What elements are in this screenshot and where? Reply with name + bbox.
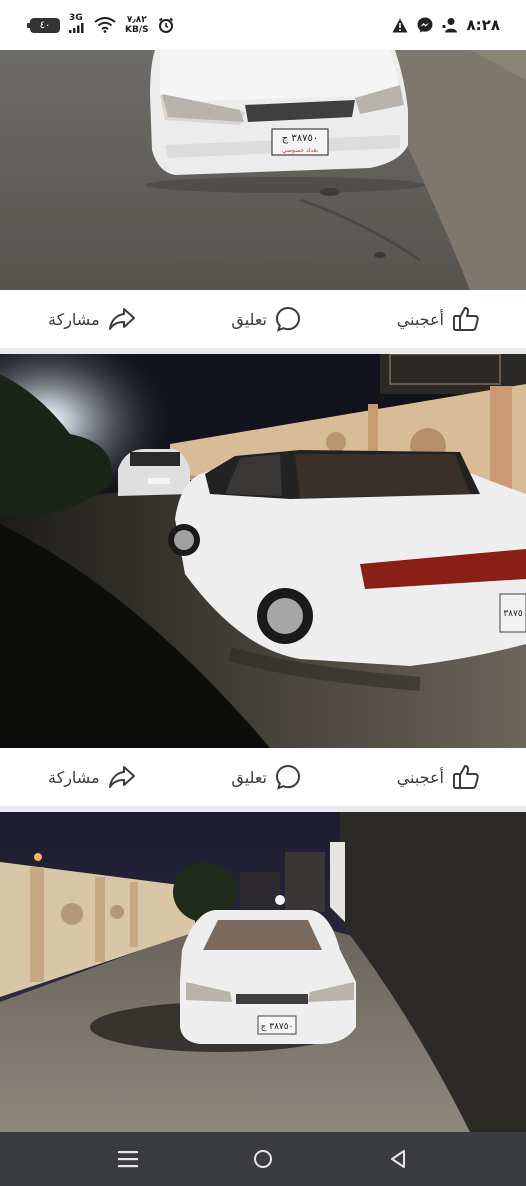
post-photo-2[interactable]: ٣٨٧٥ <box>0 354 526 748</box>
status-left-group: ٤٠ 3G ٧٫٨٢ KB/S <box>27 14 174 36</box>
home-button[interactable] <box>243 1139 283 1179</box>
post-photo-1[interactable]: ٣٨٧٥٠ ج بغداد خصوصي <box>0 50 526 290</box>
recents-button[interactable] <box>108 1139 148 1179</box>
like-label: أعجبني <box>396 309 444 329</box>
share-button[interactable]: مشاركة <box>48 765 136 789</box>
net-speed-unit: KB/S <box>125 25 149 35</box>
person-notification-icon <box>442 18 457 33</box>
photo-2-image: ٣٨٧٥ <box>0 354 526 748</box>
menu-icon <box>117 1151 138 1168</box>
comment-icon <box>275 764 300 790</box>
photo-2-plate-number: ٣٨٧٥ <box>503 609 523 619</box>
like-icon <box>453 307 479 331</box>
like-button[interactable]: أعجبني <box>397 306 480 332</box>
messenger-icon <box>417 17 433 33</box>
photo-1-image: ٣٨٧٥٠ ج بغداد خصوصي <box>0 50 526 290</box>
like-label: أعجبني <box>396 767 444 787</box>
post-action-bar-2: مشاركة تعليق أعجبني <box>0 748 526 806</box>
home-icon <box>253 1150 272 1168</box>
comment-button[interactable]: تعليق <box>231 306 301 332</box>
photo-3-plate-number: ٣٨٧٥٠ ج <box>261 1022 294 1032</box>
post-action-bar-1: مشاركة تعليق أعجبني <box>0 290 526 348</box>
warning-icon <box>392 18 408 32</box>
comment-button[interactable]: تعليق <box>231 764 301 790</box>
comment-icon <box>275 306 300 332</box>
alarm-icon <box>158 17 173 33</box>
photo-1-plate-sub: بغداد خصوصي <box>282 147 318 154</box>
back-button[interactable] <box>378 1139 418 1179</box>
share-label: مشاركة <box>48 767 100 787</box>
status-bar: ٤٠ 3G ٧٫٨٢ KB/S ٨:٢٨ <box>0 0 526 50</box>
share-icon <box>108 308 135 330</box>
share-label: مشاركة <box>48 309 100 329</box>
photo-3-image: ٣٨٧٥٠ ج <box>0 812 526 1132</box>
comment-label: تعليق <box>231 309 267 329</box>
comment-label: تعليق <box>231 767 267 787</box>
share-button[interactable]: مشاركة <box>48 307 136 331</box>
back-icon <box>391 1150 406 1168</box>
clock: ٨:٢٨ <box>466 16 500 34</box>
system-nav-bar <box>0 1132 526 1186</box>
post-photo-3[interactable]: ٣٨٧٥٠ ج <box>0 812 526 1132</box>
net-speed: ٧٫٨٢ KB/S <box>125 15 149 35</box>
like-icon <box>453 765 479 789</box>
like-button[interactable]: أعجبني <box>397 764 480 790</box>
battery-level: ٤٠ <box>39 19 51 31</box>
wifi-icon <box>94 17 116 33</box>
signal-icon: 3G <box>69 14 85 36</box>
status-right-group: ٨:٢٨ <box>392 16 500 34</box>
share-icon <box>108 766 135 788</box>
network-type: 3G <box>69 13 83 23</box>
photo-1-plate-number: ٣٨٧٥٠ ج <box>282 133 319 144</box>
battery-icon: ٤٠ <box>27 17 60 33</box>
net-speed-value: ٧٫٨٢ <box>126 15 147 25</box>
